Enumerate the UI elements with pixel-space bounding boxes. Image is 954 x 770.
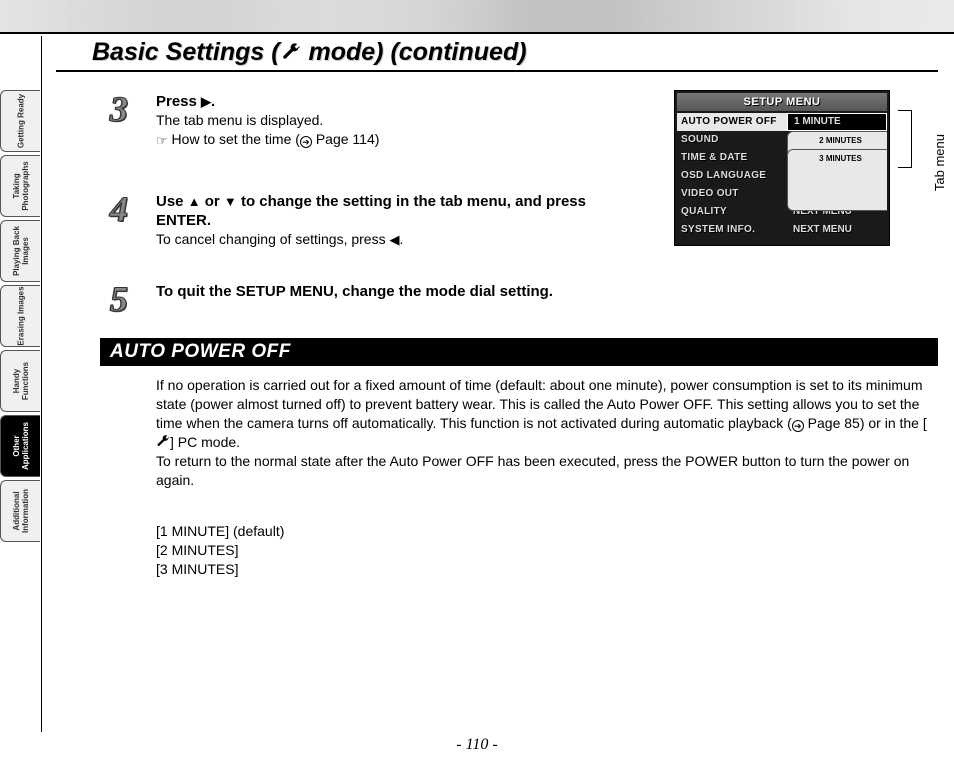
tab-additional-information[interactable]: Additional Information <box>0 480 40 542</box>
circle-arrow-icon: ➔ <box>792 420 804 432</box>
auto-power-off-body: If no operation is carried out for a fix… <box>156 376 928 490</box>
lcd-value: 3 MINUTES <box>787 149 887 211</box>
lcd-item: SYSTEM INFO. <box>677 221 787 239</box>
step-4-text: Use ▲ or ▼ to change the setting in the … <box>156 192 636 249</box>
tab-erasing-images[interactable]: Erasing Images <box>0 285 40 347</box>
tab-other-applications[interactable]: Other Applications <box>0 415 40 477</box>
step-number-4: 4 <box>110 188 128 230</box>
side-tabs: Getting Ready Taking Photographs Playing… <box>0 90 40 545</box>
setup-menu-screenshot: SETUP MENU AUTO POWER OFF1 MINUTE SOUND2… <box>674 90 890 246</box>
lcd-item: SOUND <box>677 131 787 149</box>
option-2-minutes: [2 MINUTES] <box>156 541 284 560</box>
up-triangle-icon: ▲ <box>188 194 201 209</box>
page-title: Basic Settings ( mode) (continued) <box>92 38 527 67</box>
option-1-minute: [1 MINUTE] (default) <box>156 522 284 541</box>
lcd-item: TIME & DATE <box>677 149 787 167</box>
lcd-item: OSD LANGUAGE <box>677 167 787 185</box>
step-number-3: 3 <box>110 88 128 130</box>
lcd-value: 1 MINUTE <box>787 113 887 131</box>
circle-arrow-icon: ➔ <box>300 136 312 148</box>
tab-handy-functions[interactable]: Handy Functions <box>0 350 40 412</box>
lcd-item: QUALITY <box>677 203 787 221</box>
auto-power-off-options: [1 MINUTE] (default) [2 MINUTES] [3 MINU… <box>156 522 284 579</box>
tab-menu-bracket <box>898 110 912 168</box>
lcd-item: AUTO POWER OFF <box>677 113 787 131</box>
step-3-text: Press ▶. The tab menu is displayed. ☞ Ho… <box>156 92 636 150</box>
title-rule <box>56 70 938 72</box>
tab-playing-back-images[interactable]: Playing Back Images <box>0 220 40 282</box>
page-number: - 110 - <box>0 736 954 754</box>
right-triangle-icon: ▶ <box>201 94 211 109</box>
tab-taking-photographs[interactable]: Taking Photographs <box>0 155 40 217</box>
step-5-text: To quit the SETUP MENU, change the mode … <box>156 282 856 301</box>
left-triangle-icon: ◀ <box>389 232 399 247</box>
lcd-value: NEXT MENU <box>787 221 887 239</box>
wrench-icon <box>280 41 302 61</box>
header-texture <box>0 0 954 34</box>
lcd-item: VIDEO OUT <box>677 185 787 203</box>
option-3-minutes: [3 MINUTES] <box>156 560 284 579</box>
tab-menu-label: Tab menu <box>932 134 947 191</box>
wrench-icon <box>156 435 170 447</box>
pointing-hand-icon: ☞ <box>156 131 168 150</box>
tab-getting-ready[interactable]: Getting Ready <box>0 90 40 152</box>
lcd-title: SETUP MENU <box>677 93 887 111</box>
section-header-auto-power-off: AUTO POWER OFF <box>100 338 938 366</box>
step-number-5: 5 <box>110 278 128 320</box>
down-triangle-icon: ▼ <box>224 194 237 209</box>
content: 3 Press ▶. The tab menu is displayed. ☞ … <box>56 80 938 724</box>
margin-rule <box>41 36 42 732</box>
